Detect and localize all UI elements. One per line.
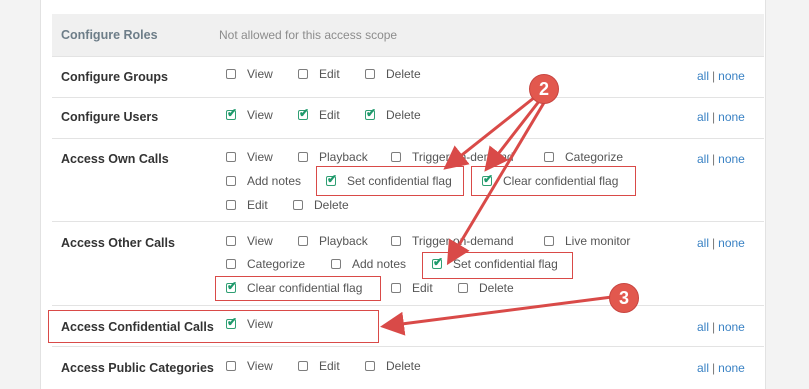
callout-number-3: 3 (609, 283, 639, 313)
arrow-to-own-clear-flag (484, 99, 542, 172)
arrow-to-own-set-flag (443, 95, 536, 170)
annotation-arrows (380, 95, 613, 336)
callout-number-2: 2 (529, 74, 559, 104)
arrow-to-confidential-calls (380, 295, 613, 336)
